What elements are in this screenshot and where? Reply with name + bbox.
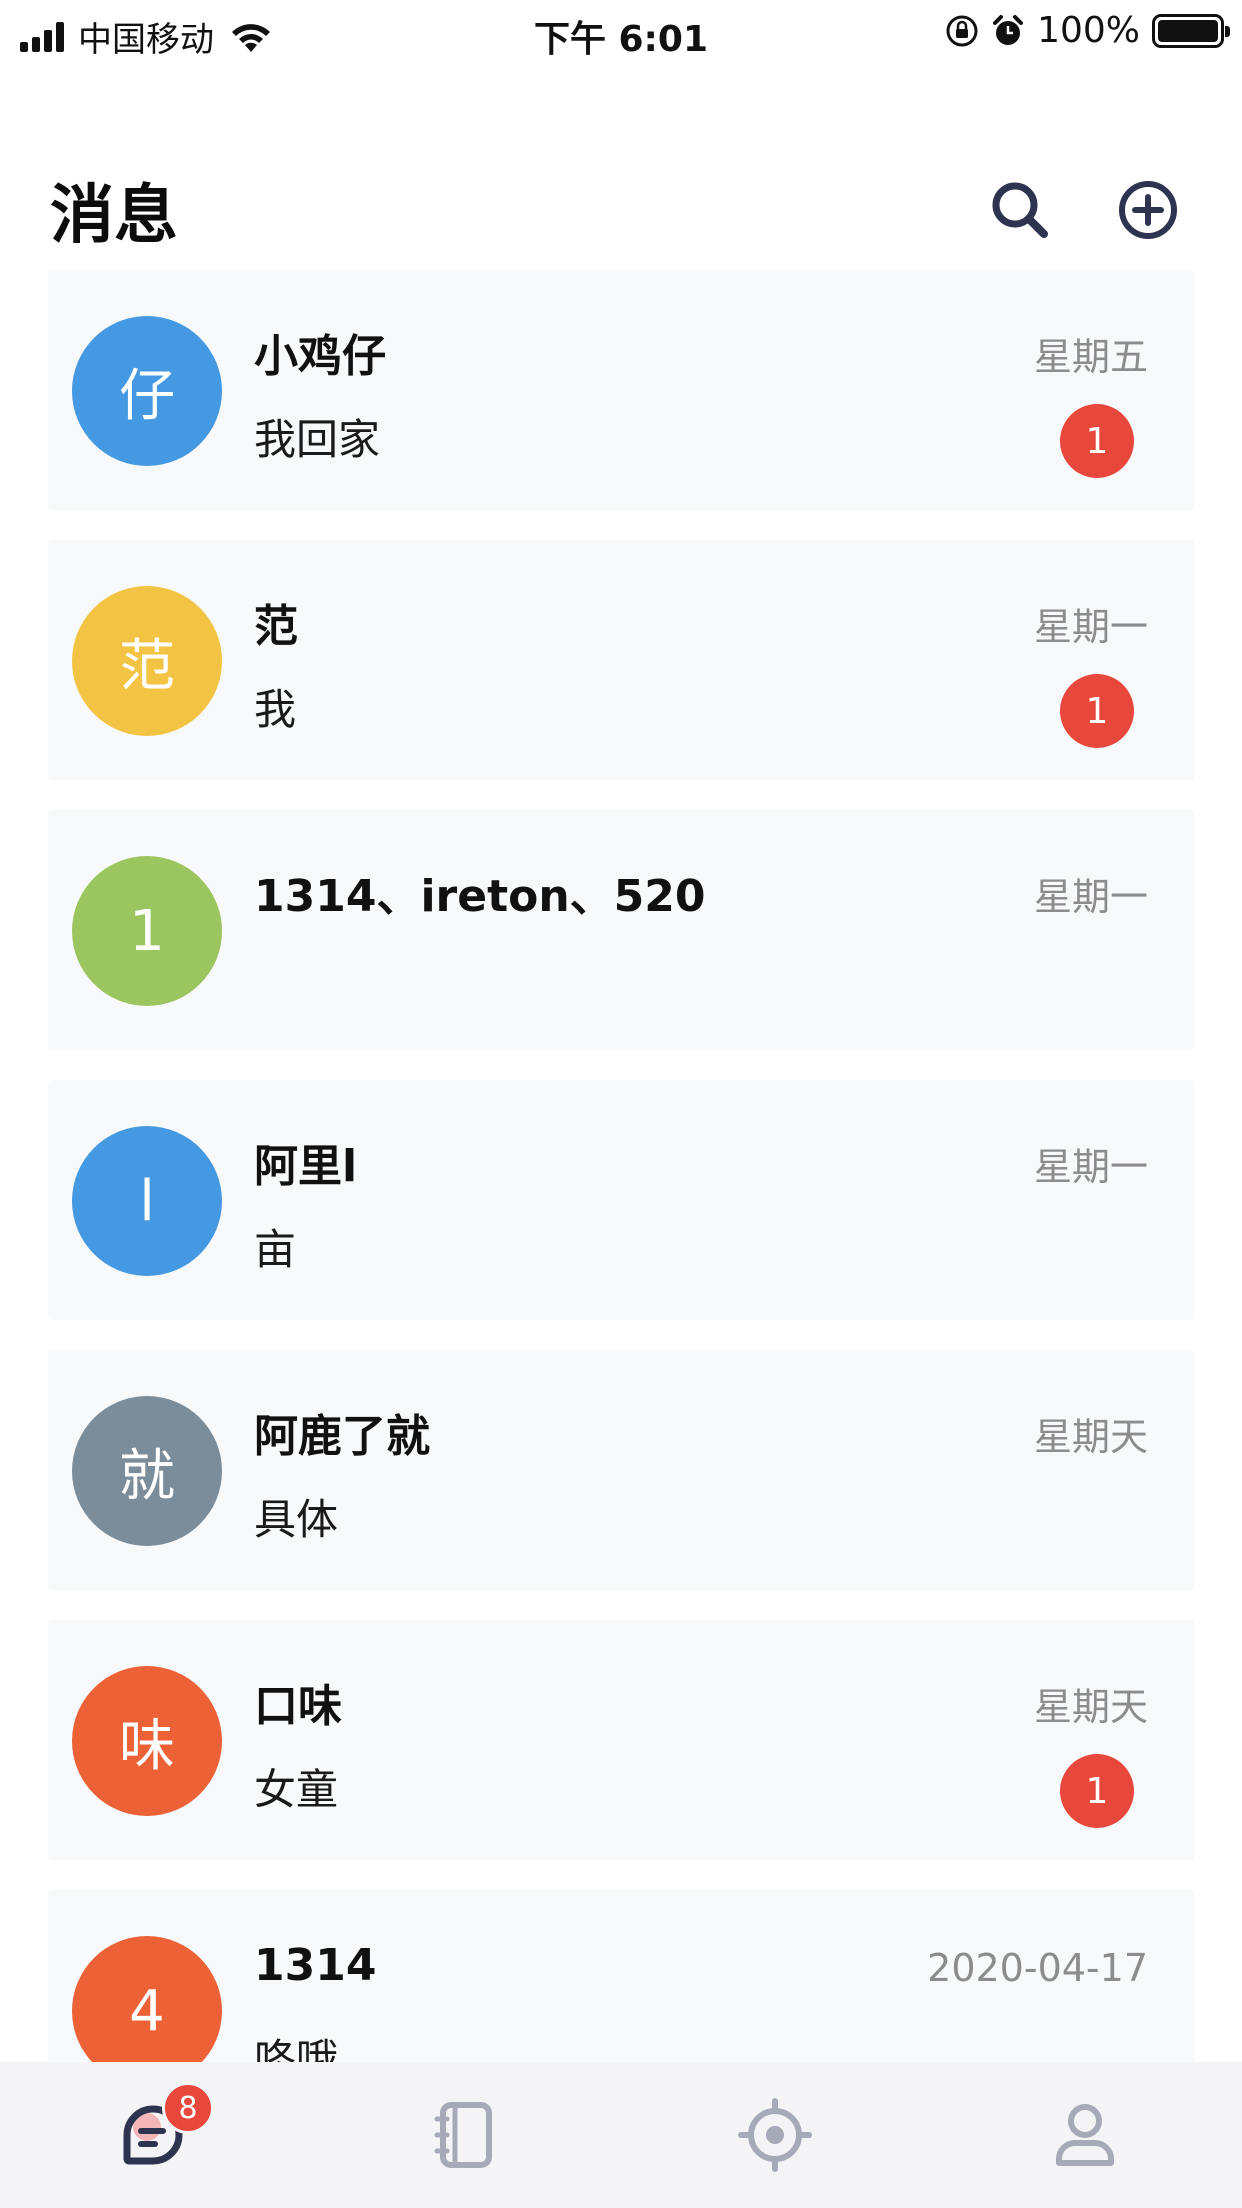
rotation-lock-icon [946, 15, 978, 46]
tab-badge: 8 [162, 2082, 214, 2134]
status-right: 100% [945, 10, 1230, 51]
tab-messages[interactable]: 8 [0, 2062, 310, 2208]
avatar: 味 [72, 1666, 222, 1816]
search-button[interactable] [988, 178, 1052, 242]
tab-contacts[interactable] [310, 2062, 620, 2208]
conversation-name: 1314、ireton、520 [254, 871, 706, 922]
tab-profile[interactable] [930, 2062, 1240, 2208]
conversation-list: 仔小鸡仔 星期五 我回家 1 范范星期一我 1 1 1314、ireton、520 星期一 l 阿里… [48, 270, 1194, 2160]
unread-badge: 1 [1060, 1754, 1134, 1828]
conversation-preview: 亩 [254, 1225, 297, 1274]
add-button[interactable] [1116, 178, 1180, 242]
conversation-item[interactable]: 味口味 星期天女童 1 [48, 1620, 1194, 1860]
conversation-time: 2020-04-17 [927, 1946, 1148, 1990]
conversation-time: 星期天 [1033, 1685, 1148, 1729]
address-book-icon [434, 2102, 492, 2168]
conversation-time: 星期一 [1033, 875, 1148, 919]
conversation-preview: 女童 [254, 1765, 339, 1814]
battery-icon [1152, 13, 1230, 48]
search-icon [992, 182, 1048, 238]
conversation-name: 阿鹿了就 [254, 1411, 430, 1462]
alarm-icon [993, 14, 1024, 45]
avatar: l [72, 1126, 222, 1276]
avatar: 范 [72, 586, 222, 736]
page-title: 消息 [50, 179, 178, 253]
tab-bar: 8 [0, 2062, 1242, 2208]
conversation-time: 星期一 [1033, 1145, 1148, 1189]
avatar: 1 [72, 856, 222, 1006]
avatar: 仔 [72, 316, 222, 466]
target-icon [738, 2098, 812, 2172]
plus-circle-icon [1119, 181, 1177, 239]
battery-percent: 100% [1037, 10, 1140, 51]
conversation-item[interactable]: 1 1314、ireton、520 星期一 [48, 810, 1194, 1050]
tab-discover[interactable] [620, 2062, 930, 2208]
person-icon [1056, 2104, 1114, 2166]
conversation-item[interactable]: 范范 星期一我 1 [48, 540, 1194, 780]
conversation-preview: 我 [254, 685, 297, 734]
conversation-name: 小鸡仔 [254, 331, 386, 382]
conversation-name: 1314 [254, 1940, 377, 1991]
avatar: 就 [72, 1396, 222, 1546]
unread-badge: 1 [1060, 674, 1134, 748]
header: 消息 [0, 150, 1242, 270]
conversation-item[interactable]: 仔小鸡仔 星期五我回家 1 [48, 270, 1194, 510]
conversation-time: 星期一 [1033, 605, 1148, 649]
conversation-name: 阿里l [254, 1141, 358, 1192]
conversation-time: 星期五 [1033, 335, 1148, 379]
conversation-time: 星期天 [1033, 1415, 1148, 1459]
conversation-item[interactable]: 就阿鹿了就 星期天具体 [48, 1350, 1194, 1590]
conversation-name: 口味 [254, 1681, 342, 1732]
conversation-preview: 具体 [254, 1495, 339, 1544]
conversation-item[interactable]: l 阿里l 星期一亩 [48, 1080, 1194, 1320]
unread-badge: 1 [1060, 404, 1134, 478]
conversation-name: 范 [254, 601, 298, 652]
status-bar: 中国移动 下午 6:01 100% [0, 0, 1242, 62]
conversation-preview: 我回家 [254, 415, 381, 464]
